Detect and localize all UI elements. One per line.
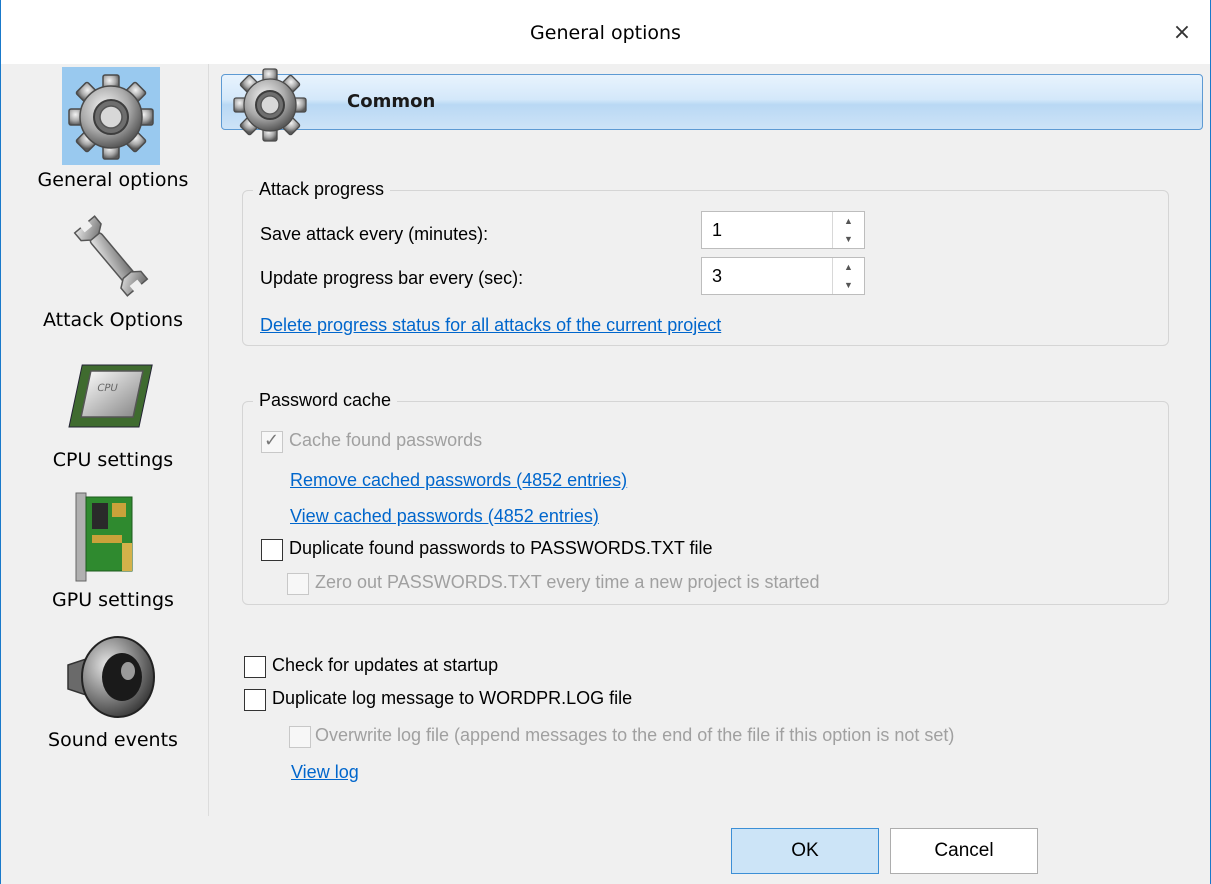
wrench-icon [62, 207, 160, 305]
duplicate-passwords-label: Duplicate found passwords to PASSWORDS.T… [289, 538, 713, 558]
spinner-buttons: ▲ ▼ [832, 258, 864, 294]
sidebar-item-label: GPU settings [52, 589, 174, 611]
svg-text:CPU: CPU [96, 383, 119, 394]
group-legend: Password cache [253, 390, 398, 411]
duplicate-passwords-checkbox[interactable] [261, 539, 283, 561]
ok-button[interactable]: OK [731, 828, 879, 874]
group-legend: Attack progress [253, 179, 391, 200]
overwrite-log-checkbox[interactable] [289, 726, 311, 748]
duplicate-log-checkbox[interactable] [244, 689, 266, 711]
sidebar-item-label: Attack Options [42, 309, 183, 331]
dialog-footer: OK Cancel [1, 816, 1210, 884]
zero-out-label: Zero out PASSWORDS.TXT every time a new … [315, 572, 820, 592]
gear-icon [62, 67, 160, 165]
check-updates-checkbox[interactable] [244, 656, 266, 678]
view-log-link[interactable]: View log [291, 762, 359, 783]
sidebar-item-gpu-settings[interactable]: GPU settings [17, 484, 209, 624]
cache-found-label: Cache found passwords [289, 430, 483, 450]
title-bar: General options × [1, 0, 1210, 64]
spin-down-icon[interactable]: ▼ [833, 230, 864, 248]
cache-found-checkbox[interactable]: ✓ [261, 430, 283, 453]
sidebar: General options Attack Options CPU CPU s… [17, 64, 209, 816]
save-attack-label: Save attack every (minutes): [260, 224, 489, 244]
cancel-button[interactable]: Cancel [890, 828, 1038, 874]
sidebar-item-attack-options[interactable]: Attack Options [17, 204, 209, 344]
duplicate-log-label: Duplicate log message to WORDPR.LOG file [272, 688, 633, 708]
spin-up-icon[interactable]: ▲ [833, 212, 864, 230]
gear-icon [228, 63, 328, 143]
spin-down-icon[interactable]: ▼ [833, 276, 864, 294]
zero-out-checkbox[interactable] [287, 573, 309, 595]
remove-cached-passwords-link[interactable]: Remove cached passwords (4852 entries) [290, 470, 627, 491]
cpu-chip-icon: CPU [62, 347, 160, 445]
delete-progress-link[interactable]: Delete progress status for all attacks o… [260, 315, 721, 336]
spinner-value: 3 [712, 266, 723, 286]
sidebar-item-general-options[interactable]: General options [17, 64, 209, 204]
main-panel: Common Attack progress Save attack every… [209, 64, 1211, 816]
update-progress-label: Update progress bar every (sec): [260, 268, 524, 288]
close-icon: × [1172, 19, 1192, 45]
save-attack-spinner[interactable]: 1 ▲ ▼ [701, 211, 865, 249]
update-progress-spinner[interactable]: 3 ▲ ▼ [701, 257, 865, 295]
password-cache-group: Password cache ✓ Cache found passwords R… [242, 390, 1169, 605]
attack-progress-group: Attack progress Save attack every (minut… [242, 179, 1169, 346]
window-title: General options [530, 22, 681, 44]
sidebar-item-label: General options [37, 169, 189, 191]
view-cached-passwords-link[interactable]: View cached passwords (4852 entries) [290, 506, 599, 527]
section-title: Common [347, 91, 436, 112]
sidebar-item-label: CPU settings [52, 449, 174, 471]
sidebar-item-label: Sound events [48, 729, 178, 751]
dialog-body: General options Attack Options CPU CPU s… [1, 64, 1210, 816]
sidebar-item-sound-events[interactable]: Sound events [17, 624, 209, 764]
speaker-icon [62, 627, 160, 725]
overwrite-log-label: Overwrite log file (append messages to t… [315, 725, 955, 745]
check-updates-label: Check for updates at startup [272, 655, 499, 675]
sidebar-item-cpu-settings[interactable]: CPU CPU settings [17, 344, 209, 484]
spin-up-icon[interactable]: ▲ [833, 258, 864, 276]
section-header: Common [221, 68, 1203, 142]
check-icon: ✓ [264, 430, 280, 451]
gpu-card-icon [62, 487, 160, 585]
spinner-value: 1 [712, 220, 723, 240]
general-options-dialog: General options × General options Attack… [0, 0, 1211, 884]
close-button[interactable]: × [1154, 0, 1210, 64]
spinner-buttons: ▲ ▼ [832, 212, 864, 248]
